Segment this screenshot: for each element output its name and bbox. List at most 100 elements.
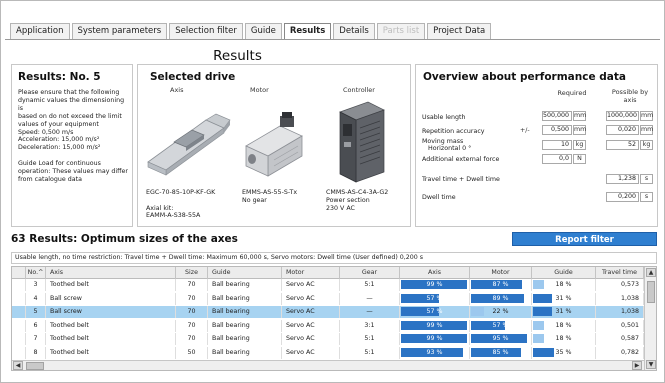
note-line: dynamic values the dimensioning is	[18, 96, 125, 112]
col-header-axis-util[interactable]: Axis	[400, 267, 470, 279]
scroll-right-icon[interactable]: ▶	[632, 361, 642, 370]
motor-utilization-label: 95 %	[492, 335, 509, 342]
col-header-axis[interactable]: Axis	[46, 267, 176, 279]
row-number: 4	[26, 292, 46, 305]
tab-selection-filter[interactable]: Selection filter	[169, 23, 243, 39]
tab-results[interactable]: Results	[283, 23, 332, 40]
row-motor: Servo AC	[282, 306, 340, 318]
tab-guide[interactable]: Guide	[244, 23, 282, 39]
travel-time-unit: s	[640, 174, 653, 184]
axis-utilization-cell: 57 %	[400, 306, 470, 318]
report-filter-button[interactable]: Report filter	[512, 232, 657, 246]
vertical-scrollbar[interactable]: ▲ ▼	[644, 267, 656, 370]
motor-utilization-cell: 22 %	[470, 306, 532, 318]
col-header-guide-util[interactable]: Guide	[532, 267, 596, 279]
row-travel-time: 0,587	[596, 333, 644, 345]
col-header-motor[interactable]: Motor	[282, 267, 340, 279]
app-window: { "tabs":[ {"label":"Application","state…	[0, 0, 665, 383]
motor-details: EMMS-AS-55-S-Tx No gear	[242, 189, 297, 205]
axis-utilization-label: 99 %	[426, 335, 443, 342]
row-gear: 5:1	[340, 279, 400, 291]
guide-utilization-cell: 18 %	[532, 319, 596, 332]
row-indicator	[12, 319, 26, 332]
tab-project-data[interactable]: Project Data	[427, 23, 492, 39]
axis-type-code: EGC-70-85-10P-KF-GK	[146, 189, 216, 196]
note-line: values of your equipment	[18, 120, 99, 128]
dwell-time-label: Dwell time	[422, 194, 456, 201]
col-header-travel-time[interactable]: Travel time	[596, 267, 644, 279]
table-row[interactable]: 3 Toothed belt 70 Ball bearing Servo AC 5:1 99…	[12, 279, 644, 291]
selected-drive-heading: Selected drive	[150, 71, 236, 83]
note-deceleration: Deceleration: 15,000 m/s²	[18, 144, 101, 152]
row-number: 7	[26, 333, 46, 345]
table-row-selected[interactable]: 5 Ball screw 70 Ball bearing Servo AC — 57 % 22…	[12, 306, 644, 318]
row-axis-type: Ball screw	[46, 292, 176, 305]
results-notes: Please ensure that the following dynamic…	[18, 89, 129, 184]
axis-image[interactable]	[144, 98, 234, 186]
row-size: 70	[176, 306, 208, 318]
col-header-size[interactable]: Size	[176, 267, 208, 279]
axis-utilization-cell: 99 %	[400, 333, 470, 345]
controller-image[interactable]	[334, 98, 390, 186]
guide-utilization-label: 35 %	[555, 348, 572, 356]
usable-length-possible: 1000,000	[606, 111, 639, 121]
motor-utilization-cell: 57 %	[470, 319, 532, 332]
tab-application[interactable]: Application	[10, 23, 70, 39]
controller-details: CMMS-AS-C4-3A-G2 Power section 230 V AC	[326, 189, 388, 212]
row-indicator	[12, 333, 26, 345]
row-indicator	[12, 279, 26, 291]
motor-gear: No gear	[242, 196, 267, 204]
axis-utilization-cell: 57 %	[400, 292, 470, 305]
repetition-accuracy-unit: mm	[573, 125, 587, 135]
controller-label: Controller	[343, 86, 375, 94]
performance-heading: Overview about performance data	[423, 71, 626, 83]
usable-length-label: Usable length	[422, 114, 466, 121]
repetition-accuracy-required: 0,500	[542, 125, 572, 135]
row-size: 70	[176, 333, 208, 345]
tab-details[interactable]: Details	[333, 23, 375, 39]
row-indicator	[12, 346, 26, 359]
col-header-motor-util[interactable]: Motor	[470, 267, 532, 279]
row-size: 70	[176, 279, 208, 291]
table-row[interactable]: 8 Toothed belt 50 Ball bearing Servo AC 5:1 93…	[12, 346, 644, 359]
col-header-gear[interactable]: Gear	[340, 267, 400, 279]
row-travel-time: 1,038	[596, 292, 644, 305]
usable-length-required: 500,000	[542, 111, 572, 121]
guide-utilization-cell: 31 %	[532, 292, 596, 305]
table-row[interactable]: 6 Toothed belt 70 Ball bearing Servo AC 3:1 99…	[12, 319, 644, 332]
row-guide: Ball bearing	[208, 292, 282, 305]
row-axis-type: Toothed belt	[46, 333, 176, 345]
horizontal-scroll-thumb[interactable]	[26, 362, 44, 370]
note-acceleration: Acceleration: 15,000 m/s²	[18, 136, 100, 144]
scroll-down-icon[interactable]: ▼	[646, 360, 656, 369]
tab-system-parameters[interactable]: System parameters	[71, 23, 168, 39]
col-header-no[interactable]: No.^	[26, 267, 46, 279]
row-motor: Servo AC	[282, 279, 340, 291]
vertical-scroll-thumb[interactable]	[647, 281, 655, 303]
table-row[interactable]: 4 Ball screw 70 Ball bearing Servo AC — 57 % 89…	[12, 292, 644, 305]
table-row[interactable]: 7 Toothed belt 70 Ball bearing Servo AC 5:1 99…	[12, 333, 644, 345]
guide-utilization-label: 18 %	[555, 335, 572, 342]
row-gear: 5:1	[340, 333, 400, 345]
tab-divider	[5, 39, 660, 40]
moving-mass-orientation: Horizontal 0 °	[428, 145, 472, 152]
linear-axis-icon	[147, 113, 231, 176]
usable-length-unit: mm	[573, 111, 587, 121]
row-axis-type: Toothed belt	[46, 319, 176, 332]
scroll-up-icon[interactable]: ▲	[646, 268, 656, 277]
performance-panel: Overview about performance data Required…	[415, 64, 658, 227]
motor-image[interactable]	[236, 98, 314, 186]
controller-voltage: 230 V AC	[326, 204, 355, 212]
guide-utilization-cell: 31 %	[532, 306, 596, 318]
col-header-guide[interactable]: Guide	[208, 267, 282, 279]
scroll-left-icon[interactable]: ◀	[13, 361, 23, 370]
motor-controller-icon	[339, 101, 385, 183]
tab-parts-list: Parts list	[376, 23, 426, 39]
horizontal-scrollbar[interactable]: ◀ ▶	[12, 360, 644, 370]
note-spacer	[18, 152, 129, 160]
motor-utilization-label: 87 %	[492, 281, 509, 288]
guide-utilization-label: 18 %	[555, 321, 572, 329]
guide-utilization-label: 31 %	[555, 308, 572, 315]
axis-utilization-label: 99 %	[426, 281, 443, 288]
usable-length-possible-unit: mm	[640, 111, 654, 121]
